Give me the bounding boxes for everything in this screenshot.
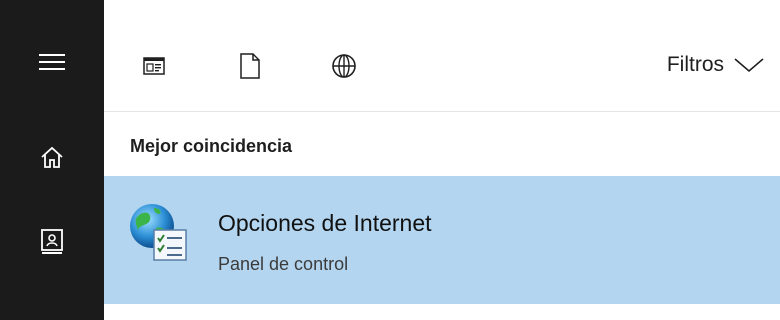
notebook-button[interactable]: [0, 210, 104, 274]
documents-filter-button[interactable]: [230, 46, 270, 86]
apps-filter-icon: [143, 57, 165, 75]
home-icon: [41, 146, 63, 168]
hamburger-menu-icon: [39, 54, 65, 70]
notebook-icon: [41, 229, 63, 254]
apps-filter-button[interactable]: [134, 46, 174, 86]
best-match-result[interactable]: Opciones de Internet Panel de control: [104, 176, 780, 304]
result-title: Opciones de Internet: [218, 210, 432, 236]
filter-toolbar: Filtros: [104, 0, 780, 112]
left-rail: [0, 0, 104, 320]
web-filter-button[interactable]: [324, 46, 364, 86]
result-subtitle: Panel de control: [218, 254, 349, 274]
chevron-down-icon: [734, 58, 764, 73]
filters-dropdown[interactable]: Filtros: [667, 48, 764, 82]
hamburger-menu-button[interactable]: [0, 30, 104, 94]
section-title: Mejor coincidencia: [130, 136, 293, 156]
internet-options-icon: [130, 204, 187, 261]
home-button[interactable]: [0, 126, 104, 190]
documents-filter-icon: [240, 53, 260, 79]
filters-label: Filtros: [666, 53, 724, 76]
web-filter-icon: [332, 54, 356, 78]
